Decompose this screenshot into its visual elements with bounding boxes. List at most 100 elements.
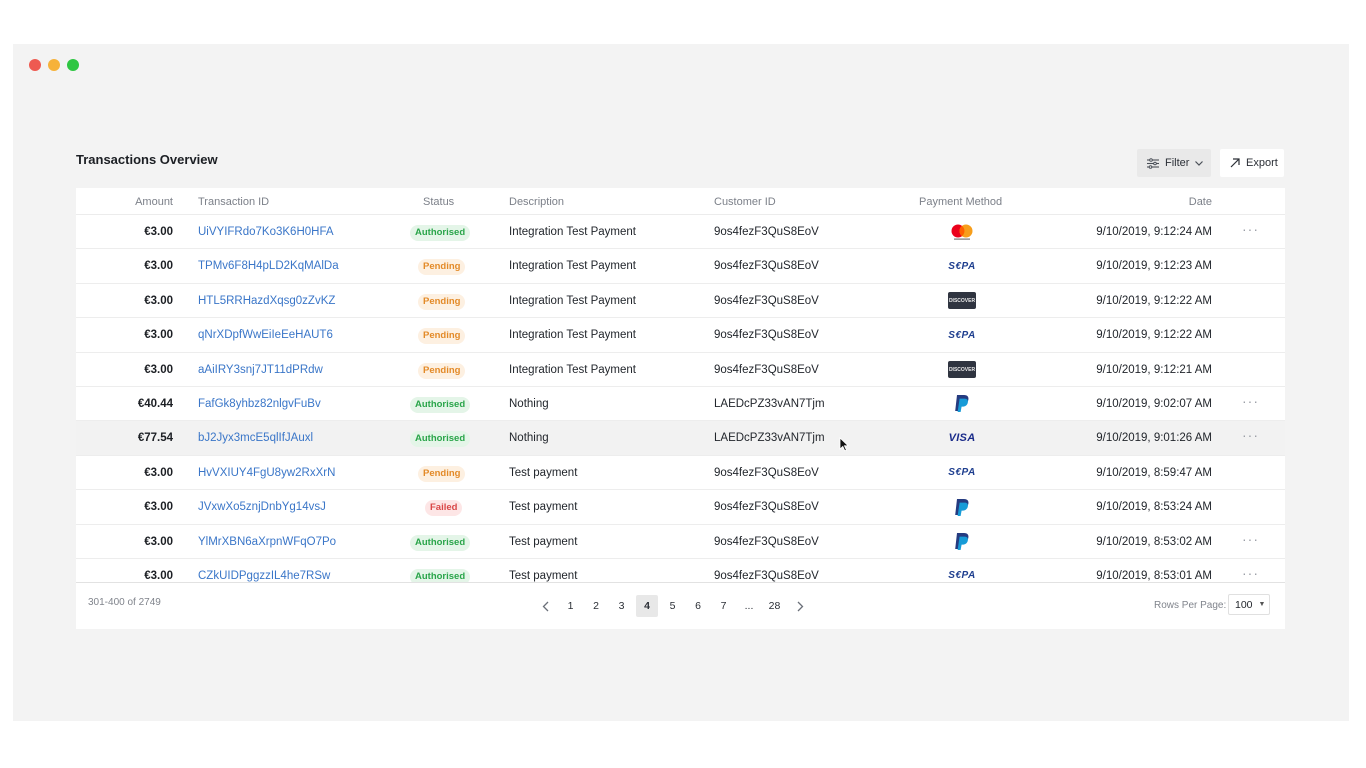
filter-button[interactable]: Filter xyxy=(1137,149,1211,177)
status-badge: Pending xyxy=(418,362,466,379)
close-window-button[interactable] xyxy=(29,59,41,71)
status-badge: Failed xyxy=(425,500,463,517)
more-options-icon[interactable]: ··· xyxy=(1242,427,1259,443)
customer-id-cell: 9os4fezF3QuS8EoV xyxy=(714,260,819,273)
page-button[interactable]: 3 xyxy=(611,595,633,617)
minimize-window-button[interactable] xyxy=(48,59,60,71)
sepa-label: S€PA xyxy=(948,570,976,582)
status-badge-label: Failed xyxy=(425,500,463,517)
page-button[interactable]: 4 xyxy=(636,595,658,617)
date-cell: 9/10/2019, 9:12:23 AM xyxy=(1096,260,1212,273)
date-cell: 9/10/2019, 8:59:47 AM xyxy=(1096,466,1212,479)
column-header-customer-id[interactable]: Customer ID xyxy=(714,196,776,208)
transaction-id-link[interactable]: CZkUIDPggzzIL4he7RSw xyxy=(198,570,330,582)
discover-icon: DISCOVER xyxy=(940,290,984,312)
transaction-id-link[interactable]: qNrXDpfWwEiIeEeHAUT6 xyxy=(198,329,333,341)
date-cell: 9/10/2019, 9:12:24 AM xyxy=(1096,226,1212,238)
transactions-panel: Transactions Overview Filter Export Amou… xyxy=(76,139,1285,629)
sliders-icon xyxy=(1147,157,1159,169)
page-button[interactable]: 6 xyxy=(687,595,709,617)
table-row[interactable]: €77.54 bJ2Jyx3mcE5qlIfJAuxl Authorised Noth… xyxy=(76,421,1285,456)
page-button[interactable]: 1 xyxy=(560,595,582,617)
status-badge: Pending xyxy=(418,259,466,276)
transactions-table: Amount Transaction ID Status Description… xyxy=(76,188,1285,629)
column-header-payment-method[interactable]: Payment Method xyxy=(919,196,1002,208)
table-row[interactable]: €3.00 HvVXIUY4FgU8yw2RxXrN Pending Test pay… xyxy=(76,456,1285,491)
amount-cell: €3.00 xyxy=(144,363,173,376)
sepa-icon: S€PA xyxy=(940,324,984,346)
description-cell: Integration Test Payment xyxy=(509,260,636,273)
customer-id-cell: 9os4fezF3QuS8EoV xyxy=(714,329,819,342)
status-badge-label: Pending xyxy=(418,465,466,482)
pagination-range: 301-400 of 2749 xyxy=(88,597,161,608)
table-row[interactable]: €3.00 JVxwXo5znjDnbYg14vsJ Failed Test paym… xyxy=(76,490,1285,525)
table-row[interactable]: €3.00 aAiIRY3snj7JT11dPRdw Pending Integrat… xyxy=(76,353,1285,387)
status-badge: Authorised xyxy=(410,534,471,551)
status-badge-label: Pending xyxy=(418,259,466,276)
chevron-left-icon[interactable] xyxy=(534,595,556,617)
column-header-status[interactable]: Status xyxy=(423,196,454,208)
transaction-id-link[interactable]: aAiIRY3snj7JT11dPRdw xyxy=(198,364,323,376)
amount-cell: €3.00 xyxy=(144,294,173,307)
column-header-amount[interactable]: Amount xyxy=(135,196,173,208)
chevron-right-icon[interactable] xyxy=(789,595,811,617)
export-label: Export xyxy=(1246,157,1278,169)
customer-id-cell: 9os4fezF3QuS8EoV xyxy=(714,226,819,238)
status-badge-label: Authorised xyxy=(410,534,471,551)
more-options-icon[interactable]: ··· xyxy=(1242,393,1259,409)
export-button[interactable]: Export xyxy=(1220,149,1284,177)
more-options-icon[interactable]: ··· xyxy=(1242,565,1259,581)
customer-id-cell: 9os4fezF3QuS8EoV xyxy=(714,294,819,307)
sepa-label: S€PA xyxy=(948,467,976,479)
transaction-id-link[interactable]: FafGk8yhbz82nlgvFuBv xyxy=(198,398,321,410)
customer-id-cell: 9os4fezF3QuS8EoV xyxy=(714,535,819,548)
transaction-id-link[interactable]: bJ2Jyx3mcE5qlIfJAuxl xyxy=(198,432,313,444)
status-badge: Authorised xyxy=(410,431,471,448)
window-controls xyxy=(29,59,79,71)
status-badge-label: Pending xyxy=(418,293,466,310)
table-row[interactable]: €3.00 qNrXDpfWwEiIeEeHAUT6 Pending Integrat… xyxy=(76,318,1285,353)
table-row[interactable]: €3.00 UiVYIFRdo7Ko3K6H0HFA Authorised Integ… xyxy=(76,215,1285,250)
table-row[interactable]: €40.44 FafGk8yhbz82nlgvFuBv Authorised Noth… xyxy=(76,387,1285,422)
column-header-date[interactable]: Date xyxy=(1189,196,1212,208)
status-badge: Authorised xyxy=(410,396,471,413)
column-header-transaction-id[interactable]: Transaction ID xyxy=(198,196,269,208)
date-cell: 9/10/2019, 9:12:22 AM xyxy=(1096,329,1212,342)
arrow-up-right-icon xyxy=(1230,158,1240,168)
transaction-id-link[interactable]: YlMrXBN6aXrpnWFqO7Po xyxy=(198,536,336,548)
page-button[interactable]: 2 xyxy=(585,595,607,617)
column-header-description[interactable]: Description xyxy=(509,196,564,208)
amount-cell: €3.00 xyxy=(144,535,173,548)
transaction-id-link[interactable]: JVxwXo5znjDnbYg14vsJ xyxy=(198,501,326,513)
table-row[interactable]: €3.00 YlMrXBN6aXrpnWFqO7Po Authorised Test … xyxy=(76,525,1285,559)
status-badge: Pending xyxy=(418,293,466,310)
date-cell: 9/10/2019, 8:53:01 AM xyxy=(1096,569,1212,582)
page-button[interactable]: 7 xyxy=(713,595,735,617)
mastercard-icon xyxy=(940,221,984,243)
page-button[interactable]: 5 xyxy=(662,595,684,617)
description-cell: Test payment xyxy=(509,535,578,548)
visa-label: VISA xyxy=(948,432,976,445)
description-cell: Integration Test Payment xyxy=(509,363,636,376)
transaction-id-link[interactable]: HvVXIUY4FgU8yw2RxXrN xyxy=(198,467,335,479)
sepa-label: S€PA xyxy=(948,260,976,272)
sepa-label: S€PA xyxy=(948,329,976,341)
maximize-window-button[interactable] xyxy=(67,59,79,71)
more-options-icon[interactable]: ··· xyxy=(1242,221,1259,237)
transaction-id-link[interactable]: UiVYIFRdo7Ko3K6H0HFA xyxy=(198,226,334,238)
discover-icon: DISCOVER xyxy=(940,359,984,381)
pagination: 1 2 3 4 5 6 7... 28 xyxy=(534,595,815,617)
paypal-icon xyxy=(940,496,984,518)
page-button[interactable]: 28 xyxy=(764,595,786,617)
description-cell: Test payment xyxy=(509,466,578,479)
table-row[interactable]: €3.00 HTL5RRHazdXqsg0zZvKZ Pending Integrat… xyxy=(76,284,1285,319)
transaction-id-link[interactable]: TPMv6F8H4pLD2KqMAlDa xyxy=(198,260,339,272)
date-cell: 9/10/2019, 9:12:22 AM xyxy=(1096,294,1212,307)
amount-cell: €3.00 xyxy=(144,501,173,514)
table-row[interactable]: €3.00 TPMv6F8H4pLD2KqMAlDa Pending Integrat… xyxy=(76,249,1285,284)
transaction-id-link[interactable]: HTL5RRHazdXqsg0zZvKZ xyxy=(198,295,335,307)
rows-per-page-select[interactable]: 100 ▼ xyxy=(1228,594,1270,615)
description-cell: Test payment xyxy=(509,501,578,514)
paypal-icon xyxy=(940,393,984,415)
more-options-icon[interactable]: ··· xyxy=(1242,531,1259,547)
